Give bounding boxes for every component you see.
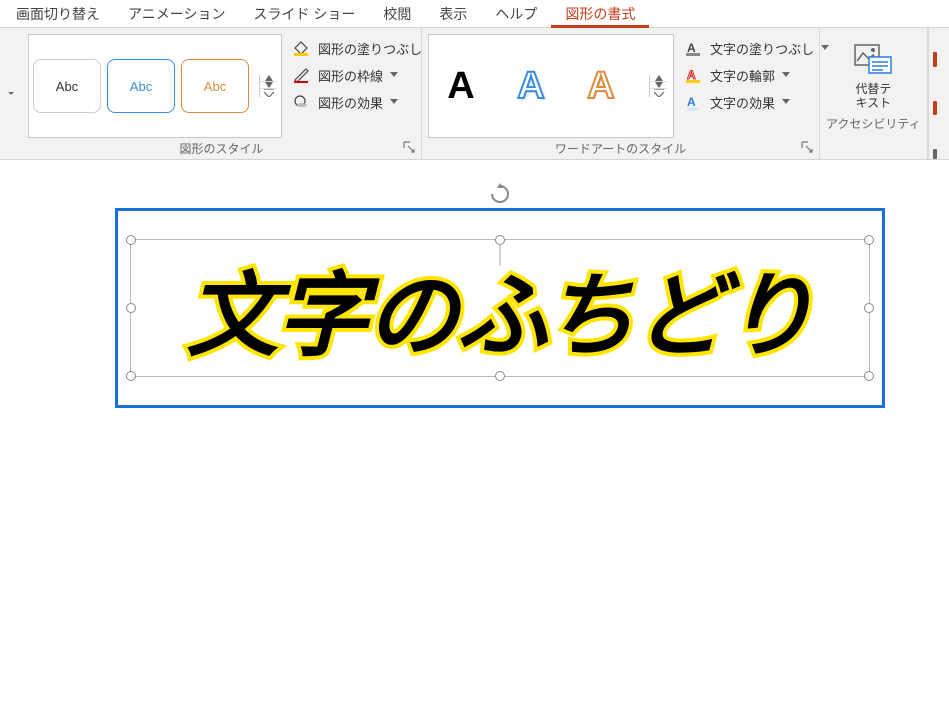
alt-text-icon[interactable]	[853, 42, 893, 78]
stub-mark	[933, 52, 937, 67]
wordart-gallery-down[interactable]	[650, 81, 667, 88]
group-accessibility: 代替テキスト アクセシビリティ	[820, 28, 928, 159]
wordart-style-3[interactable]: A	[575, 65, 627, 108]
pen-outline-icon	[290, 65, 312, 85]
shape-fill-label: 図形の塗りつぶし	[318, 39, 422, 58]
text-fill-icon: A	[682, 38, 704, 58]
text-fill-label: 文字の塗りつぶし	[710, 39, 814, 58]
menu-slideshow[interactable]: スライド ショー	[239, 0, 369, 28]
menu-review[interactable]: 校閲	[369, 0, 425, 28]
rotate-handle[interactable]	[489, 183, 511, 208]
group-wordart-styles: A A A A 文字の塗りつぶし	[422, 28, 820, 159]
wordart-gallery-more[interactable]	[650, 88, 667, 97]
group-label-wordart-styles: ワードアートのスタイル	[428, 138, 813, 157]
slide-canvas[interactable]: 文字のふちどり	[0, 160, 949, 723]
stub-mark	[933, 101, 937, 116]
shape-outline-label: 図形の枠線	[318, 66, 383, 85]
svg-text:A: A	[687, 95, 696, 109]
ribbon: Abc Abc Abc 図形の塗りつぶし	[0, 28, 949, 160]
ribbon-edge-stub	[928, 28, 942, 159]
textbox-content[interactable]: 文字のふちどり	[118, 242, 882, 375]
shape-gallery-more[interactable]	[260, 88, 277, 97]
shape-effects-button[interactable]: 図形の効果	[288, 90, 440, 114]
effects-icon	[290, 92, 312, 112]
paint-bucket-icon	[290, 38, 312, 58]
text-effects-button[interactable]: A 文字の効果	[680, 90, 832, 114]
chevron-down-icon	[781, 70, 791, 80]
selected-textbox[interactable]: 文字のふちどり	[115, 208, 885, 408]
shape-style-3[interactable]: Abc	[181, 59, 249, 113]
shape-gallery-down[interactable]	[260, 81, 277, 88]
text-outline-button[interactable]: A 文字の輪郭	[680, 63, 832, 87]
wordart-gallery-spinner	[649, 75, 667, 97]
shape-style-1[interactable]: Abc	[33, 59, 101, 113]
shape-style-2[interactable]: Abc	[107, 59, 175, 113]
stub-mark	[933, 149, 937, 159]
shape-gallery-spinner	[259, 75, 277, 97]
text-options: A 文字の塗りつぶし A 文字の輪郭 A 文字の効果	[674, 34, 838, 138]
wordart-gallery[interactable]: A A A	[428, 34, 674, 138]
chevron-down-icon	[389, 97, 399, 107]
group-shape-styles: Abc Abc Abc 図形の塗りつぶし	[22, 28, 422, 159]
chevron-down-icon	[781, 97, 791, 107]
chevron-down-icon	[389, 70, 399, 80]
menu-shape-format[interactable]: 図形の書式	[551, 0, 649, 28]
shape-style-gallery[interactable]: Abc Abc Abc	[28, 34, 282, 138]
alt-text-label: 代替テキスト	[855, 82, 891, 111]
menu-view[interactable]: 表示	[425, 0, 481, 28]
menu-help[interactable]: ヘルプ	[481, 0, 551, 28]
group-label-shape-styles: 図形のスタイル	[28, 138, 415, 157]
wordart-style-1[interactable]: A	[435, 65, 487, 108]
menu-animation[interactable]: アニメーション	[114, 0, 239, 28]
group-label-accessibility: アクセシビリティ	[826, 113, 921, 132]
text-outline-icon: A	[682, 65, 704, 85]
wordart-styles-launcher[interactable]	[801, 141, 815, 155]
text-fill-button[interactable]: A 文字の塗りつぶし	[680, 36, 832, 60]
shape-effects-label: 図形の効果	[318, 93, 383, 112]
text-outline-label: 文字の輪郭	[710, 66, 775, 85]
text-effects-label: 文字の効果	[710, 93, 775, 112]
shape-fill-button[interactable]: 図形の塗りつぶし	[288, 36, 440, 60]
ribbon-expand-button[interactable]	[0, 28, 22, 159]
menu-bar: 画面切り替え アニメーション スライド ショー 校閲 表示 ヘルプ 図形の書式	[0, 0, 949, 28]
shape-outline-button[interactable]: 図形の枠線	[288, 63, 440, 87]
svg-text:A: A	[687, 68, 696, 82]
shape-styles-launcher[interactable]	[403, 141, 417, 155]
text-effects-icon: A	[682, 92, 704, 112]
svg-text:A: A	[687, 41, 696, 55]
wordart-style-2[interactable]: A	[505, 65, 557, 108]
menu-transition[interactable]: 画面切り替え	[2, 0, 114, 28]
